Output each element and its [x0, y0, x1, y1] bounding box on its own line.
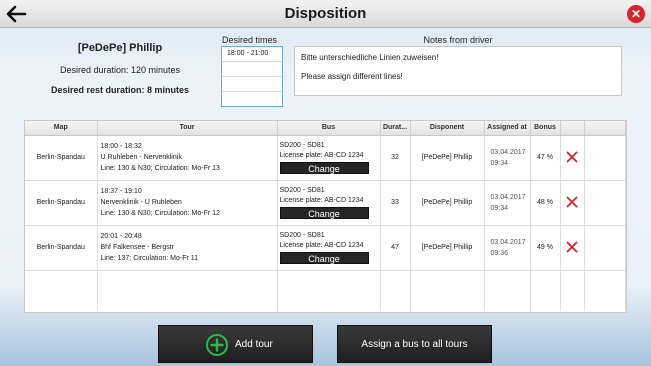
table-header-row: Map Tour Bus Durat... Disponent Assigned…: [25, 121, 626, 136]
change-bus-button[interactable]: Change: [279, 252, 369, 264]
cell-filler: [584, 225, 626, 271]
tour-time: 18:37 - 19:10: [100, 188, 142, 195]
delete-icon[interactable]: [566, 151, 578, 163]
plus-icon: [206, 334, 228, 356]
cell-map: Berlin-Spandau: [25, 135, 98, 181]
column-header-tour[interactable]: Tour: [97, 121, 278, 136]
cell-map: Berlin-Spandau: [25, 180, 98, 226]
cell-delete: [560, 180, 585, 226]
cell-assigned-at: 03.04.2017 09:34: [484, 180, 531, 226]
tour-time: 20:01 - 20:48: [100, 233, 142, 240]
cell-assigned-at: 03.04.2017 09:36: [484, 225, 531, 271]
bus-plate: License plate: AB-CD 1234: [279, 242, 364, 249]
column-header-duration[interactable]: Durat...: [380, 121, 411, 136]
cell-bus: SD200 - SD81 License plate: AB-CD 1234 C…: [277, 135, 381, 181]
cell-bus: SD200 - SD81 License plate: AB-CD 1234 C…: [277, 225, 381, 271]
desired-time-item[interactable]: [222, 77, 282, 92]
bus-name: SD200 - SD81: [279, 187, 325, 194]
driver-info: [PeDePe] Phillip Desired duration: 120 m…: [25, 36, 215, 95]
table-row[interactable]: Berlin-Spandau 18:37 - 19:10 Nervenklini…: [25, 180, 626, 226]
cell-map: Berlin-Spandau: [25, 225, 98, 271]
cell-tour: 20:01 - 20:48 Bhf Falkensee - Bergstr Li…: [97, 225, 278, 271]
empty-table-row: [25, 270, 626, 311]
tour-line: Line: 130 & N30; Circulation: Mo-Fr 12: [100, 210, 220, 217]
tour-time: 18:00 - 18:32: [100, 143, 142, 150]
driver-notes-field[interactable]: Bitte unterschiedliche Linien zuweisen! …: [294, 46, 622, 96]
change-bus-button[interactable]: Change: [279, 162, 369, 174]
tour-line: Line: 137; Circulation: Mo-Fr 11: [100, 255, 199, 262]
assigned-time: 09:34: [490, 159, 509, 167]
cell-assigned-at: 03.04.2017 09:34: [484, 135, 531, 181]
add-tour-label: Add tour: [235, 339, 273, 350]
add-tour-button[interactable]: Add tour: [158, 325, 313, 363]
tour-route: Nervenklinik - U Ruhleben: [100, 199, 182, 206]
column-header-bus[interactable]: Bus: [277, 121, 381, 136]
note-line-english: Please assign different lines!: [301, 72, 403, 81]
assigned-date: 03.04.2017: [490, 148, 526, 156]
column-header-actions: [560, 121, 585, 136]
tour-line: Line: 130 & N30; Circulation: Mo-Fr 13: [100, 165, 220, 172]
tour-route: Bhf Falkensee - Bergstr: [100, 244, 175, 251]
note-line-german: Bitte unterschiedliche Linien zuweisen!: [301, 53, 439, 62]
delete-icon[interactable]: [566, 241, 578, 253]
column-header-assigned-at[interactable]: Assigned at: [484, 121, 531, 136]
bus-plate: License plate: AB-CD 1234: [279, 152, 364, 159]
cell-bonus: 49 %: [530, 225, 561, 271]
title-bar: Disposition ✕: [0, 0, 651, 28]
cell-bus: SD200 - SD81 License plate: AB-CD 1234 C…: [277, 180, 381, 226]
cell-tour: 18:37 - 19:10 Nervenklinik - U Ruhleben …: [97, 180, 278, 226]
bus-name: SD200 - SD81: [279, 232, 325, 239]
page-title: Disposition: [284, 5, 367, 22]
bus-plate: License plate: AB-CD 1234: [279, 197, 364, 204]
close-button[interactable]: ✕: [627, 5, 645, 23]
column-header-filler: [584, 121, 626, 136]
assigned-time: 09:34: [490, 204, 509, 212]
desired-time-item[interactable]: 18:00 - 21:00: [222, 47, 282, 62]
cell-duration: 32: [380, 135, 411, 181]
tours-table: Map Tour Bus Durat... Disponent Assigned…: [24, 120, 627, 313]
cell-disponent: [PeDePe] Phillip: [410, 225, 485, 271]
cell-duration: 47: [380, 225, 411, 271]
cell-delete: [560, 225, 585, 271]
desired-time-item[interactable]: [222, 92, 282, 107]
cell-disponent: [PeDePe] Phillip: [410, 180, 485, 226]
driver-name: [PeDePe] Phillip: [77, 42, 163, 54]
assign-all-label: Assign a bus to all tours: [361, 339, 468, 350]
cell-bonus: 47 %: [530, 135, 561, 181]
cell-duration: 33: [380, 180, 411, 226]
cell-delete: [560, 135, 585, 181]
bus-name: SD200 - SD81: [279, 142, 325, 149]
cell-tour: 18:00 - 18:32 U Ruhleben - Nervenklinik …: [97, 135, 278, 181]
assigned-date: 03.04.2017: [490, 193, 526, 201]
assigned-time: 09:36: [490, 249, 509, 257]
cell-filler: [584, 135, 626, 181]
table-row[interactable]: Berlin-Spandau 18:00 - 18:32 U Ruhleben …: [25, 135, 626, 181]
desired-times-list[interactable]: 18:00 - 21:00: [221, 46, 283, 107]
change-bus-button[interactable]: Change: [279, 207, 369, 219]
assigned-date: 03.04.2017: [490, 238, 526, 246]
column-header-map[interactable]: Map: [25, 121, 98, 136]
desired-rest-text: Desired rest duration: 8 minutes: [50, 85, 190, 95]
assign-bus-to-all-button[interactable]: Assign a bus to all tours: [337, 325, 492, 363]
column-header-bonus[interactable]: Bonus: [530, 121, 561, 136]
cell-filler: [584, 180, 626, 226]
cell-bonus: 48 %: [530, 180, 561, 226]
close-icon: ✕: [630, 7, 642, 21]
desired-time-item[interactable]: [222, 62, 282, 77]
cell-disponent: [PeDePe] Phillip: [410, 135, 485, 181]
desired-times-label: Desired times: [222, 35, 278, 45]
desired-duration-text: Desired duration: 120 minutes: [59, 65, 181, 75]
column-header-disponent[interactable]: Disponent: [410, 121, 485, 136]
delete-icon[interactable]: [566, 196, 578, 208]
table-row[interactable]: Berlin-Spandau 20:01 - 20:48 Bhf Falkens…: [25, 225, 626, 271]
notes-label: Notes from driver: [423, 35, 493, 45]
tour-route: U Ruhleben - Nervenklinik: [100, 154, 182, 161]
